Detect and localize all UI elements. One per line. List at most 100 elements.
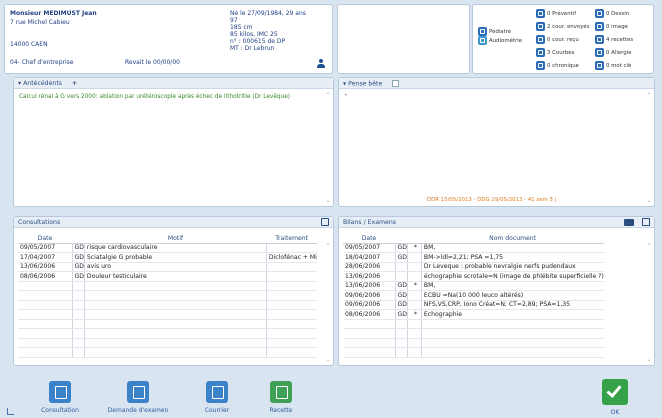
expand-icon[interactable] [642,218,650,226]
pensebete-title: Pense bête [348,80,383,88]
audiometrie-link[interactable]: Audiométrie [478,36,522,45]
table-row[interactable]: 09/05/2007 GD risque cardiovasculaire [18,243,317,253]
allergy-icon [595,48,604,57]
courrier-recu-indicator[interactable]: 0 cour. reçu [536,35,579,44]
dp-number: n° : 000615 de DP [230,38,286,45]
table-row[interactable]: 09/06/2006 GD NFS,VS,CRP, Iono Créat=N; CT… [343,300,604,310]
camera-icon[interactable] [624,219,634,226]
add-antecedent-button[interactable]: + [72,80,77,87]
col-doc-header [395,234,408,244]
empty-row [343,347,604,358]
allergie-indicator[interactable]: 0 Allergie [595,48,632,57]
chart-icon [536,48,545,57]
consultations-table: Date Motif Traitement 09/05/2007 GD risque… [18,234,317,358]
resize-grip-icon[interactable] [7,408,14,415]
table-row[interactable]: 13/06/2006 GD * BM, [343,281,604,291]
bilans-title: Bilans / Examens [343,219,396,226]
scroll-down-icon[interactable]: ⌄ [324,197,332,204]
pregnancy-info: DDR 15/05/2013 - DDG 29/05/2013 - 41 sem… [427,197,557,203]
consultations-panel: Consultations Date Motif Traitement 09/0… [13,216,334,366]
patient-panel: Monsieur MEDIMUST Jean 7 rue Michel Cabi… [4,4,333,74]
col-date-header[interactable]: Date [18,234,72,244]
scroll-down-icon[interactable]: ⌄ [324,356,332,363]
empty-row [18,338,317,348]
consultations-title: Consultations [18,219,61,226]
empty-row [18,328,317,339]
table-row[interactable]: 08/06/2006 GD Douleur testiculaire [18,271,317,282]
pensebete-bullet: • [344,92,348,99]
expand-icon[interactable] [321,218,329,226]
empty-panel [337,4,470,74]
consultation-button[interactable]: Consultation [25,381,95,414]
courrier-button[interactable]: Courrier [182,381,252,414]
col-motif-header[interactable]: Motif [84,234,267,244]
patient-job: 04- Chef d'entreprise [10,59,74,66]
patient-weight: 85 kilos, IMC 25 [230,31,278,38]
mot-cle-indicator[interactable]: 0 mot clé [595,61,631,70]
collapse-arrow-icon[interactable]: ▾ [18,80,21,87]
col-traitement-header[interactable]: Traitement [266,234,317,244]
table-row[interactable]: 13/06/2006 échographie scrotale=N (image … [343,271,604,282]
table-row[interactable]: 09/06/2006 GD ECBU =Na(10 000 leuco altéré… [343,290,604,301]
table-row[interactable]: 08/06/2006 GD * Echographie [343,309,604,320]
col-date-header[interactable]: Date [343,234,395,244]
banknote-icon [270,381,292,403]
table-row[interactable]: 13/06/2006 GD avis uro [18,262,317,272]
dessin-icon [595,9,604,18]
table-row[interactable]: 17/04/2007 GD Sciatalgie G probable Diclofé… [18,252,317,263]
col-nom-header[interactable]: Nom document [421,234,604,244]
pen-icon [595,61,604,70]
scroll-up-icon[interactable]: ⌃ [645,92,653,99]
envelope-in-icon [536,35,545,44]
scroll-up-icon[interactable]: ⌃ [324,243,332,250]
antecedents-text[interactable]: Calcul rénal à G vers 2000: ablation par… [19,94,290,100]
ok-button[interactable]: OK [585,379,645,416]
person-icon[interactable] [317,59,325,68]
envelope-out-icon [536,22,545,31]
pencil-icon [536,61,545,70]
pensebete-header: ▾ Pense bête [339,78,654,89]
recette-button[interactable]: Recette [246,381,316,414]
empty-row [18,281,317,291]
empty-row [18,347,317,358]
camera-icon [595,22,604,31]
antecedents-header: ▾ Antécédents + [14,78,333,89]
empty-row [18,300,317,310]
scroll-up-icon[interactable]: ⌃ [324,92,332,99]
scroll-down-icon[interactable]: ⌄ [645,356,653,363]
bilans-table: Date Nom document 09/05/2007 GD * BM, 18/04… [343,234,604,358]
courbes-indicator[interactable]: 3 Courbes [536,48,574,57]
checkmark-icon [602,379,628,405]
chronique-indicator[interactable]: 0 chronique [536,61,579,70]
image-indicator[interactable]: 0 image [595,22,628,31]
antecedents-panel: ▾ Antécédents + Calcul rénal à G vers 20… [13,77,334,207]
scroll-up-icon[interactable]: ⌃ [645,243,653,250]
collapse-arrow-icon[interactable]: ▾ [343,81,346,88]
pediatrie-icon [478,27,487,36]
letter-icon [206,381,228,403]
indicators-panel: Pédiatre Audiométrie 0 Préventif 0 Dessi… [472,4,654,74]
pediatrie-link[interactable]: Pédiatre [478,27,511,36]
age-line: 97 [230,17,238,24]
preventif-indicator[interactable]: 0 Préventif [536,9,576,18]
empty-row [343,328,604,339]
empty-row [18,319,317,329]
col-doc-header [72,234,85,244]
patient-city: 14000 CAEN [10,41,48,48]
audiometrie-icon [478,36,487,45]
patient-height: 185 cm [230,24,253,31]
empty-row [343,319,604,329]
doctor-mt: MT : Dr Lebrun [230,45,275,52]
dessin-indicator[interactable]: 0 Dessin [595,9,629,18]
euro-icon [595,35,604,44]
table-row[interactable]: 28/06/2006 Dr Leveque : probable nevralgi… [343,262,604,272]
scroll-down-icon[interactable]: ⌄ [645,197,653,204]
table-row[interactable]: 18/04/2007 GD BM->ldl=2,21; PSA =1,75 [343,252,604,263]
table-row[interactable]: 09/05/2007 GD * BM, [343,243,604,253]
demande-examen-button[interactable]: Demande d'examen [103,381,173,414]
recettes-indicator[interactable]: 4 recettes [595,35,633,44]
pensebete-checkbox[interactable] [392,80,400,87]
consultations-header: Consultations [14,217,333,228]
patient-street: 7 rue Michel Cabieu [10,19,70,26]
courriers-envoyes-indicator[interactable]: 2 cour. envoyés [536,22,590,31]
